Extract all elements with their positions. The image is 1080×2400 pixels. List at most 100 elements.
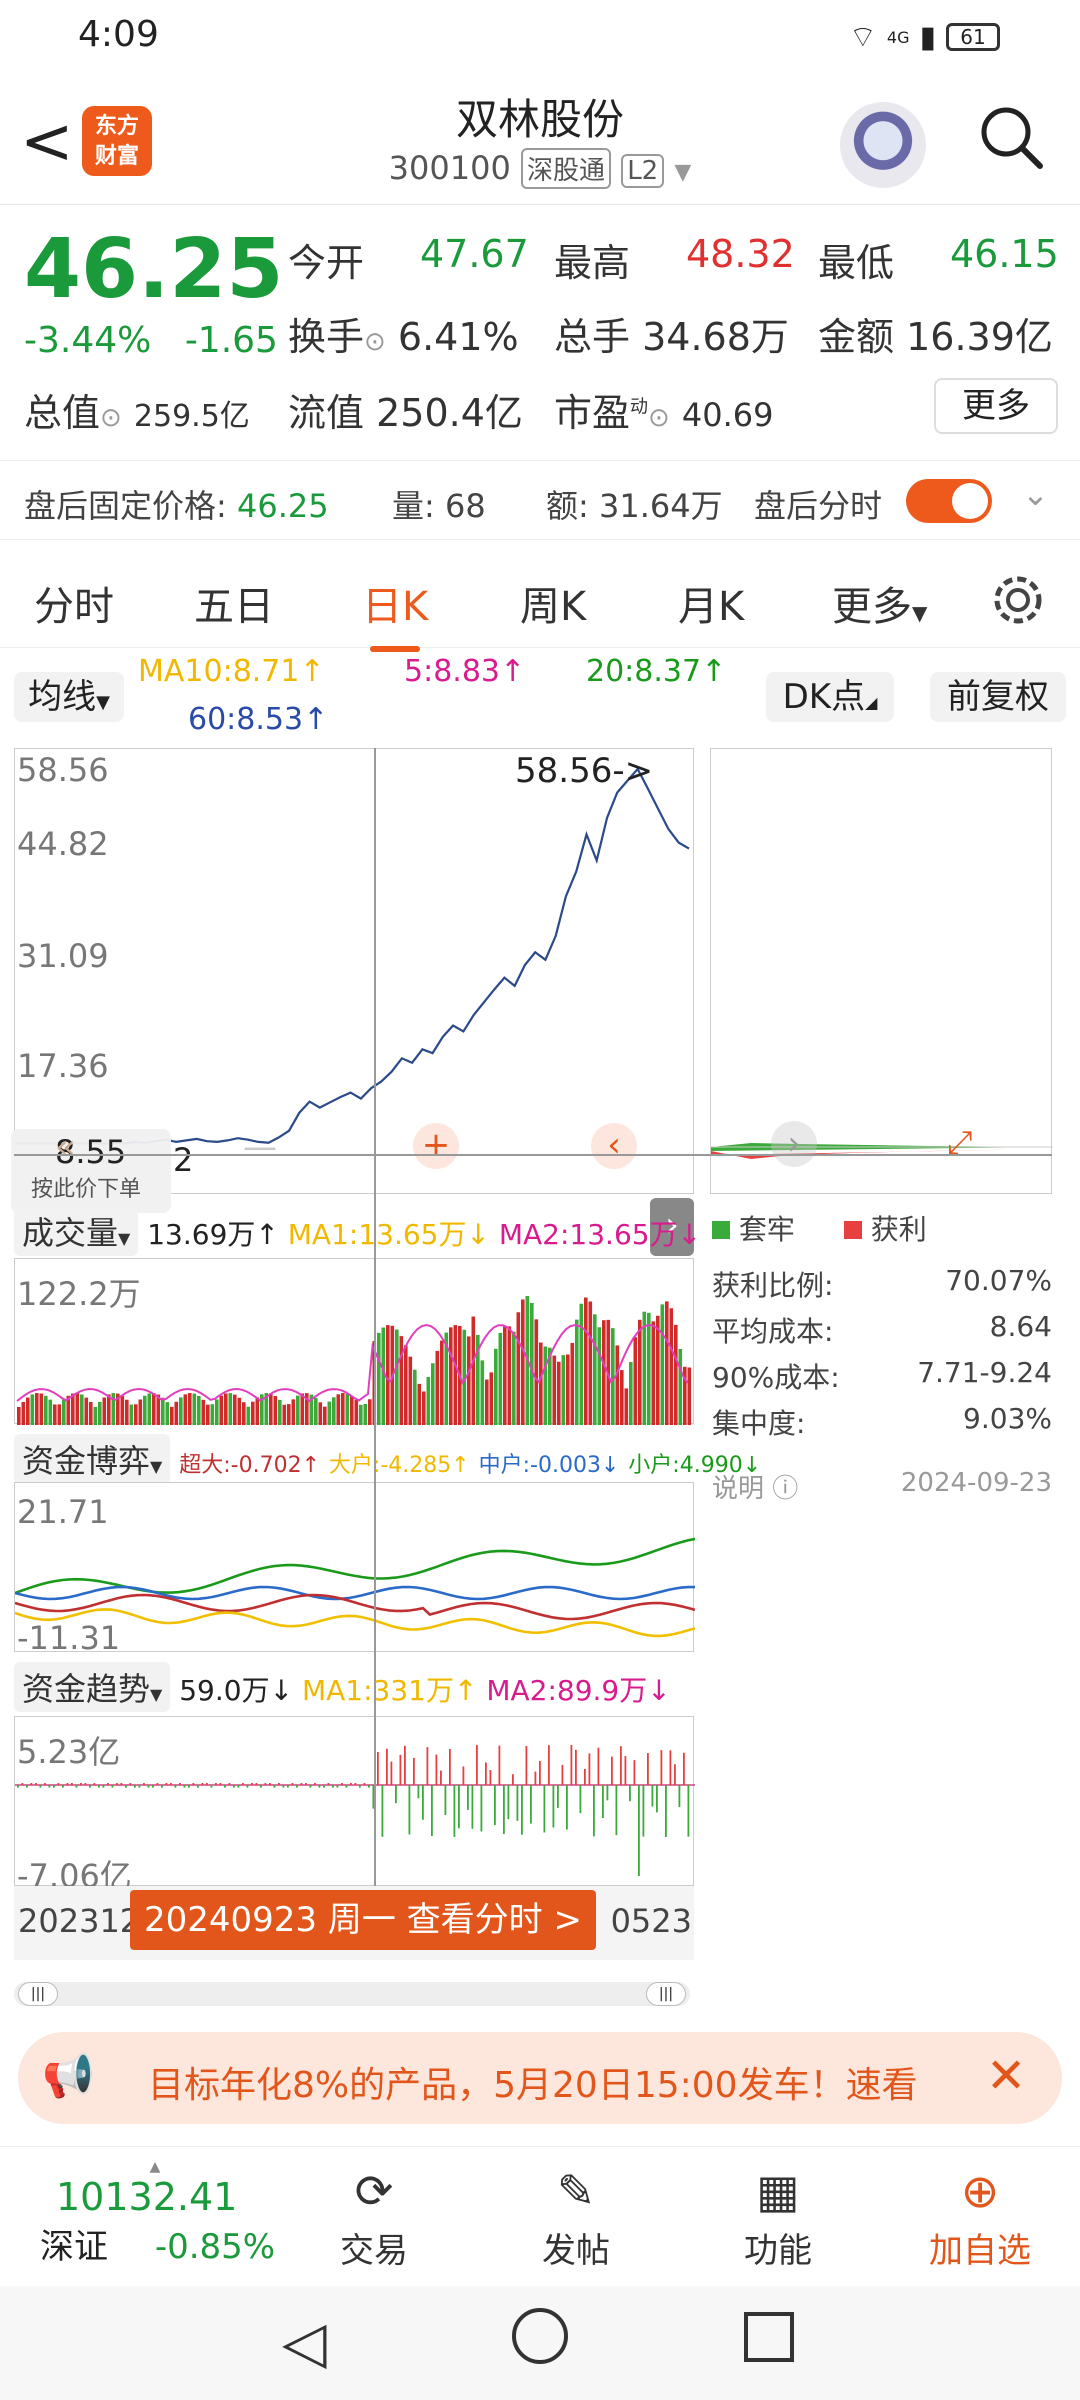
trend-bar: [395, 1785, 397, 1804]
expand-icon[interactable]: ⤢: [947, 1123, 973, 1162]
volume-bar: [395, 1329, 399, 1425]
close-icon[interactable]: ✕: [986, 2048, 1026, 2104]
range-scrollbar[interactable]: ||| |||: [14, 1982, 690, 2006]
trend-bar: [57, 1783, 60, 1785]
price-chart[interactable]: 58.56 44.82 31.09 17.36 58.56-> 2 8.55 按…: [11, 748, 694, 1213]
info-icon[interactable]: ⊙: [100, 403, 122, 433]
megaphone-icon: 📢: [42, 2051, 95, 2100]
adjust-mode-button[interactable]: 前复权: [930, 672, 1066, 722]
minus-icon[interactable]: —: [243, 1127, 277, 1167]
volume-bar: [215, 1399, 219, 1425]
fund-trend-selector[interactable]: 资金趋势▼: [14, 1662, 171, 1712]
tab-intraday[interactable]: 分时: [34, 574, 114, 632]
volume-selector[interactable]: 成交量▼: [14, 1206, 139, 1256]
volume-bar: [89, 1402, 93, 1425]
volume-bar: [332, 1397, 336, 1425]
promo-banner[interactable]: 📢 目标年化8%的产品，5月20日15:00发车！速看 ✕: [18, 2032, 1062, 2124]
volume-bar: [669, 1308, 674, 1425]
range-handle-right[interactable]: |||: [646, 1982, 686, 2006]
trend-bar: [363, 1783, 366, 1785]
nav-trade[interactable]: ⟳ 交易: [304, 2159, 444, 2272]
trend-bar: [156, 1783, 159, 1785]
trend-bar: [228, 1783, 231, 1785]
index-widget[interactable]: ▲ 10132.41 深证 -0.85%: [20, 2159, 290, 2268]
tab-more[interactable]: 更多▼: [832, 574, 927, 632]
trend-bar: [323, 1785, 325, 1788]
tab-monthly-k[interactable]: 月K: [678, 574, 744, 632]
period-tabs: 分时 五日 日K 周K 月K 更多▼: [0, 552, 1080, 652]
volume-bar: [624, 1388, 629, 1425]
chip-row: 获利比例: 70.07%: [712, 1264, 1052, 1302]
volume-bar: [80, 1394, 84, 1425]
trend-bar: [287, 1785, 289, 1788]
range-handle-left[interactable]: |||: [18, 1982, 58, 2006]
volume-bar: [543, 1346, 548, 1425]
tab-weekly-k[interactable]: 周K: [520, 574, 586, 632]
more-quote-button[interactable]: 更多: [934, 378, 1058, 434]
trend-bar: [116, 1783, 118, 1785]
search-icon[interactable]: [976, 102, 1046, 172]
home-circle-icon[interactable]: [512, 2308, 568, 2364]
volume-bar: [273, 1396, 278, 1425]
info-icon[interactable]: ⊙: [364, 327, 386, 357]
volume-bar: [237, 1397, 242, 1425]
bottom-nav: ▲ 10132.41 深证 -0.85% ⟳ 交易 ✎ 发帖 ▦ 功能 ⊕ 加自…: [0, 2146, 1080, 2286]
trend-bar: [269, 1783, 271, 1785]
cursor-date-button[interactable]: 20240923 周一 查看分时 >: [130, 1890, 596, 1950]
after-hours-toggle[interactable]: [906, 479, 992, 523]
volume-bar: [188, 1393, 192, 1425]
volume-bar: [98, 1401, 102, 1425]
assistant-robot-icon[interactable]: [840, 102, 926, 188]
volume-bar: [413, 1369, 417, 1425]
fund-game-chart[interactable]: 21.71 -11.31: [14, 1482, 695, 1657]
back-triangle-icon[interactable]: ◁: [282, 2308, 327, 2376]
ma-selector[interactable]: 均线▼: [14, 672, 124, 722]
trend-bar: [345, 1785, 348, 1788]
trend-bar: [26, 1785, 28, 1788]
trend-bar: [215, 1783, 217, 1785]
nav-add-watchlist[interactable]: ⊕ 加自选: [910, 2159, 1050, 2272]
trend-bar: [309, 1785, 312, 1788]
trend-bar: [192, 1783, 195, 1785]
tab-daily-k[interactable]: 日K: [362, 574, 428, 652]
volume-bar: [287, 1404, 291, 1425]
ma10-label: MA10:8.71↑: [138, 654, 325, 689]
trend-bar: [521, 1785, 523, 1835]
volume-bar: [327, 1401, 332, 1425]
volume-bar: [498, 1332, 503, 1425]
trend-bar: [683, 1752, 685, 1785]
exchange-tag: 深股通: [521, 148, 612, 189]
chevron-down-icon[interactable]: ⌄: [1022, 475, 1049, 513]
ma60-label: 60:8.53↑: [188, 702, 329, 737]
nav-post[interactable]: ✎ 发帖: [506, 2159, 646, 2272]
trend-bar: [71, 1783, 73, 1785]
volume-bar: [687, 1367, 692, 1425]
trend-bar: [170, 1783, 172, 1785]
chevron-right-icon[interactable]: ›: [771, 1121, 817, 1167]
signal-icon: ▮: [919, 19, 936, 55]
volume-chart[interactable]: 122.2万: [14, 1258, 694, 1425]
volume-bar: [633, 1337, 638, 1425]
trend-bar: [125, 1785, 127, 1788]
volume-bar: [224, 1393, 228, 1425]
trend-bar: [651, 1785, 654, 1807]
chevrons-left-icon[interactable]: «: [55, 1127, 76, 1167]
info-icon[interactable]: ⊙: [648, 403, 670, 433]
trend-bar: [494, 1785, 496, 1826]
chevron-left-icon[interactable]: ‹: [591, 1123, 637, 1169]
settings-gear-icon[interactable]: [990, 572, 1046, 628]
recents-square-icon[interactable]: [744, 2312, 794, 2362]
trend-bar: [152, 1785, 154, 1788]
volume-bar: [35, 1393, 39, 1425]
high-value: 48.32: [686, 232, 795, 276]
trend-bar: [296, 1785, 298, 1788]
fund-trend-chart[interactable]: 5.23亿 -7.06亿: [14, 1716, 695, 1895]
trend-bar: [417, 1785, 420, 1799]
nav-functions[interactable]: ▦ 功能: [708, 2159, 848, 2272]
plus-icon[interactable]: +: [413, 1123, 459, 1169]
tab-five-day[interactable]: 五日: [194, 574, 274, 632]
fund-game-selector[interactable]: 资金博弈▼: [14, 1434, 171, 1484]
cursor-price-tag[interactable]: 8.55 按此价下单: [11, 1129, 171, 1213]
dk-point-button[interactable]: DK点◢: [766, 672, 894, 722]
trend-bar: [512, 1774, 514, 1785]
